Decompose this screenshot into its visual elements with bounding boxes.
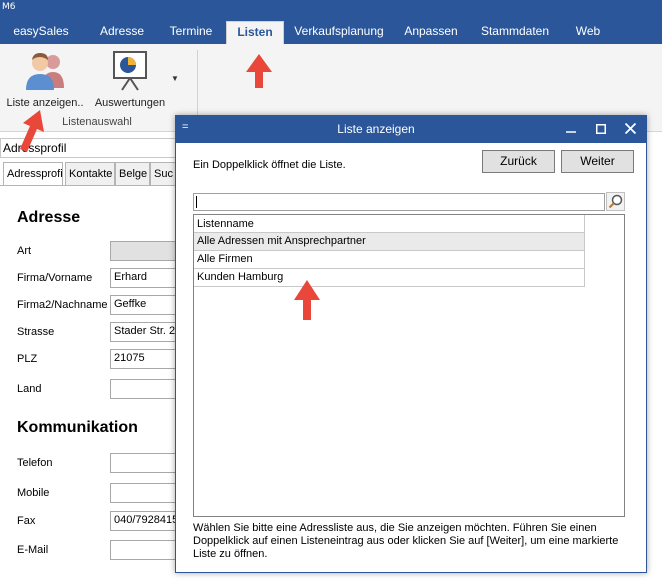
field-label-strasse: Strasse (17, 326, 55, 338)
reports-button[interactable]: Auswertungen (92, 48, 168, 109)
presentation-chart-icon (113, 51, 147, 91)
tab-verkaufsplanung[interactable]: Verkaufsplanung (294, 21, 384, 44)
dialog-hint-text: Ein Doppelklick öffnet die Liste. (193, 159, 346, 171)
app-title-fragment: M6 (2, 2, 16, 12)
search-icon (608, 194, 623, 209)
text-caret (196, 196, 197, 208)
list-item[interactable]: Alle Adressen mit Ansprechpartner (194, 233, 585, 251)
search-button[interactable] (606, 192, 625, 211)
annotation-arrow-icon (246, 54, 272, 88)
field-label-plz: PLZ (17, 353, 38, 365)
annotation-arrow-icon (20, 110, 44, 152)
tab-web[interactable]: Web (570, 21, 606, 44)
field-label-email: E-Mail (17, 544, 49, 556)
close-icon[interactable] (619, 119, 641, 139)
tab-listen[interactable]: Listen (226, 21, 284, 44)
field-label-firma2-nachname: Firma2/Nachname (17, 299, 108, 311)
ribbon-group-label: Listenauswahl (62, 116, 132, 128)
tab-kontakte[interactable]: Kontakte (65, 162, 115, 186)
minimize-icon[interactable] (560, 119, 582, 139)
show-list-dialog: = Liste anzeigen Ein Doppelklick öffnet … (175, 115, 647, 573)
field-label-art: Art (17, 245, 32, 257)
list-item[interactable]: Kunden Hamburg (194, 269, 585, 287)
field-label-mobile: Mobile (17, 487, 50, 499)
app-titlebar: M6 (0, 0, 662, 18)
dropdown-arrow-icon[interactable]: ▼ (171, 74, 179, 83)
annotation-arrow-icon (294, 280, 320, 320)
list-names-grid[interactable]: Listenname Alle Adressen mit Ansprechpar… (193, 214, 625, 517)
tab-adresse[interactable]: Adresse (94, 21, 150, 44)
list-search-input[interactable] (193, 193, 605, 211)
dialog-instructions: Wählen Sie bitte eine Adressliste aus, d… (193, 522, 619, 560)
field-label-land: Land (17, 383, 42, 395)
column-header-listenname[interactable]: Listenname (194, 215, 585, 233)
next-button[interactable]: Weiter (561, 150, 634, 173)
maximize-icon[interactable] (590, 119, 612, 139)
back-button[interactable]: Zurück (482, 150, 555, 173)
users-icon (26, 53, 64, 90)
dialog-titlebar[interactable]: = Liste anzeigen (176, 116, 646, 143)
tab-anpassen[interactable]: Anpassen (402, 21, 460, 44)
field-label-telefon: Telefon (17, 457, 53, 469)
tab-termine[interactable]: Termine (162, 21, 220, 44)
tab-stammdaten[interactable]: Stammdaten (480, 21, 550, 44)
tab-belege[interactable]: Belge (115, 162, 150, 186)
reports-label: Auswertungen (94, 97, 166, 109)
field-label-fax: Fax (17, 515, 36, 527)
dialog-title: Liste anzeigen (337, 122, 415, 136)
list-item[interactable]: Alle Firmen (194, 251, 585, 269)
ribbon-tab-bar: easySales M6 Adresse Termine Listen Verk… (0, 18, 662, 59)
tab-adressprofil[interactable]: Adressprofil (3, 162, 63, 186)
field-label-firma-vorname: Firma/Vorname (17, 272, 93, 284)
section-heading-communication: Kommunikation (17, 419, 138, 436)
tab-easysales[interactable]: easySales M6 (4, 21, 78, 59)
section-heading-address: Adresse (17, 209, 81, 226)
show-list-button[interactable]: Liste anzeigen.. (4, 48, 86, 109)
